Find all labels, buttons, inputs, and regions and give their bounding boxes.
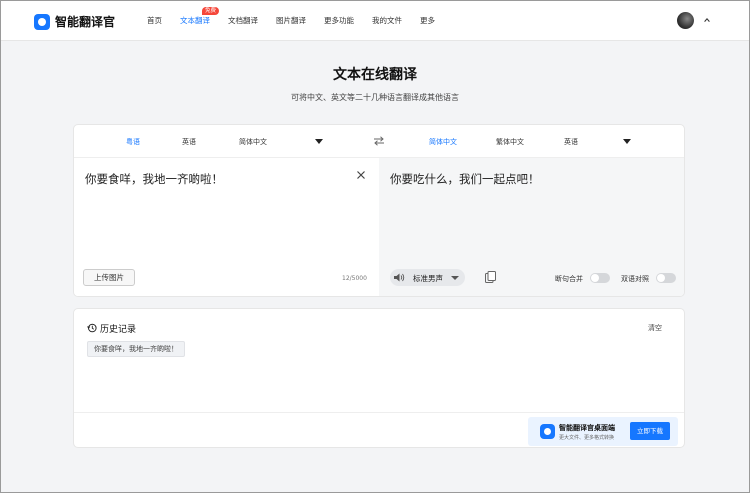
user-avatar[interactable] <box>677 12 694 29</box>
upload-image-button[interactable]: 上传图片 <box>83 269 135 286</box>
character-counter: 12/5000 <box>342 275 367 282</box>
source-lang-simplified-chinese[interactable]: 简体中文 <box>239 137 267 147</box>
bilingual-toggle[interactable] <box>656 273 676 283</box>
nav-item-more[interactable]: 更多 <box>420 15 435 26</box>
source-lang-dropdown-icon[interactable] <box>315 139 323 144</box>
page-title: 文本在线翻译 <box>333 67 417 83</box>
download-now-button[interactable]: 立即下载 <box>630 422 670 440</box>
nav-item-doc-translate[interactable]: 文档翻译 <box>228 15 258 26</box>
clear-text-icon[interactable] <box>356 170 366 180</box>
page-subtitle: 可将中文、英文等二十几种语言翻译成其他语言 <box>291 93 459 102</box>
nav-item-my-files[interactable]: 我的文件 <box>372 15 402 26</box>
free-badge: 免费 <box>202 7 220 15</box>
history-icon <box>87 323 97 333</box>
brand-logo-icon <box>34 13 50 30</box>
history-title: 历史记录 <box>100 325 137 335</box>
language-bar: 粤语 英语 简体中文 简体中文 繁体中文 英语 <box>74 125 684 158</box>
nav-item-home[interactable]: 首页 <box>147 15 162 26</box>
nav-item-text-translate[interactable]: 文本翻译 免费 <box>180 7 220 26</box>
chevron-down-icon <box>451 276 459 280</box>
clear-history-button[interactable]: 清空 <box>648 323 662 333</box>
nav-item-more-features[interactable]: 更多功能 <box>324 15 354 26</box>
copy-icon[interactable] <box>485 271 496 283</box>
merge-sentences-label: 断句合并 <box>555 275 583 283</box>
app-logo-icon <box>540 424 555 439</box>
voice-selector-label: 标准男声 <box>413 274 443 283</box>
top-nav-bar: 智能翻译官 首页 文本翻译 免费 文档翻译 图片翻译 更多功能 我的文件 更多 <box>1 1 749 41</box>
nav-item-image-translate[interactable]: 图片翻译 <box>276 15 306 26</box>
bilingual-label: 双语对照 <box>621 275 649 283</box>
source-lang-cantonese[interactable]: 粤语 <box>126 137 140 147</box>
divider <box>74 412 684 413</box>
history-card: 历史记录 清空 你要食咩，我地一齐啲啦！ 智能翻译官桌面端 更大文件、更多格式转… <box>73 308 685 448</box>
translation-result-text: 你要吃什么，我们一起点吧！ <box>390 172 540 186</box>
source-text-input[interactable]: 你要食咩，我地一齐啲啦！ <box>85 171 223 187</box>
voice-selector[interactable]: 标准男声 <box>390 269 465 286</box>
promo-subtitle: 更大文件、更多格式转换 <box>559 435 615 441</box>
translator-card: 粤语 英语 简体中文 简体中文 繁体中文 英语 你要食咩，我地一齐啲啦！ 上传图… <box>73 124 685 297</box>
history-item[interactable]: 你要食咩，我地一齐啲啦！ <box>87 341 185 357</box>
brand-logo[interactable]: 智能翻译官 <box>34 13 115 30</box>
swap-languages-icon[interactable] <box>373 136 385 146</box>
main-nav: 首页 文本翻译 免费 文档翻译 图片翻译 更多功能 我的文件 更多 <box>147 7 453 26</box>
nav-item-label: 文本翻译 <box>180 16 210 25</box>
merge-sentences-toggle[interactable] <box>590 273 610 283</box>
target-lang-traditional-chinese[interactable]: 繁体中文 <box>496 137 524 147</box>
chevron-up-icon[interactable] <box>703 16 711 24</box>
promo-title: 智能翻译官桌面端 <box>559 424 615 432</box>
target-lang-simplified-chinese[interactable]: 简体中文 <box>429 137 457 147</box>
target-lang-english[interactable]: 英语 <box>564 137 578 147</box>
brand-name: 智能翻译官 <box>55 15 116 29</box>
speaker-icon[interactable] <box>393 272 405 283</box>
source-text-pane[interactable]: 你要食咩，我地一齐啲啦！ 上传图片 12/5000 <box>74 158 379 296</box>
source-lang-english[interactable]: 英语 <box>182 137 196 147</box>
translation-result-pane: 你要吃什么，我们一起点吧！ 标准男声 断句合并 双语对照 <box>379 158 684 296</box>
desktop-app-promo: 智能翻译官桌面端 更大文件、更多格式转换 立即下载 <box>528 417 678 446</box>
target-lang-dropdown-icon[interactable] <box>623 139 631 144</box>
